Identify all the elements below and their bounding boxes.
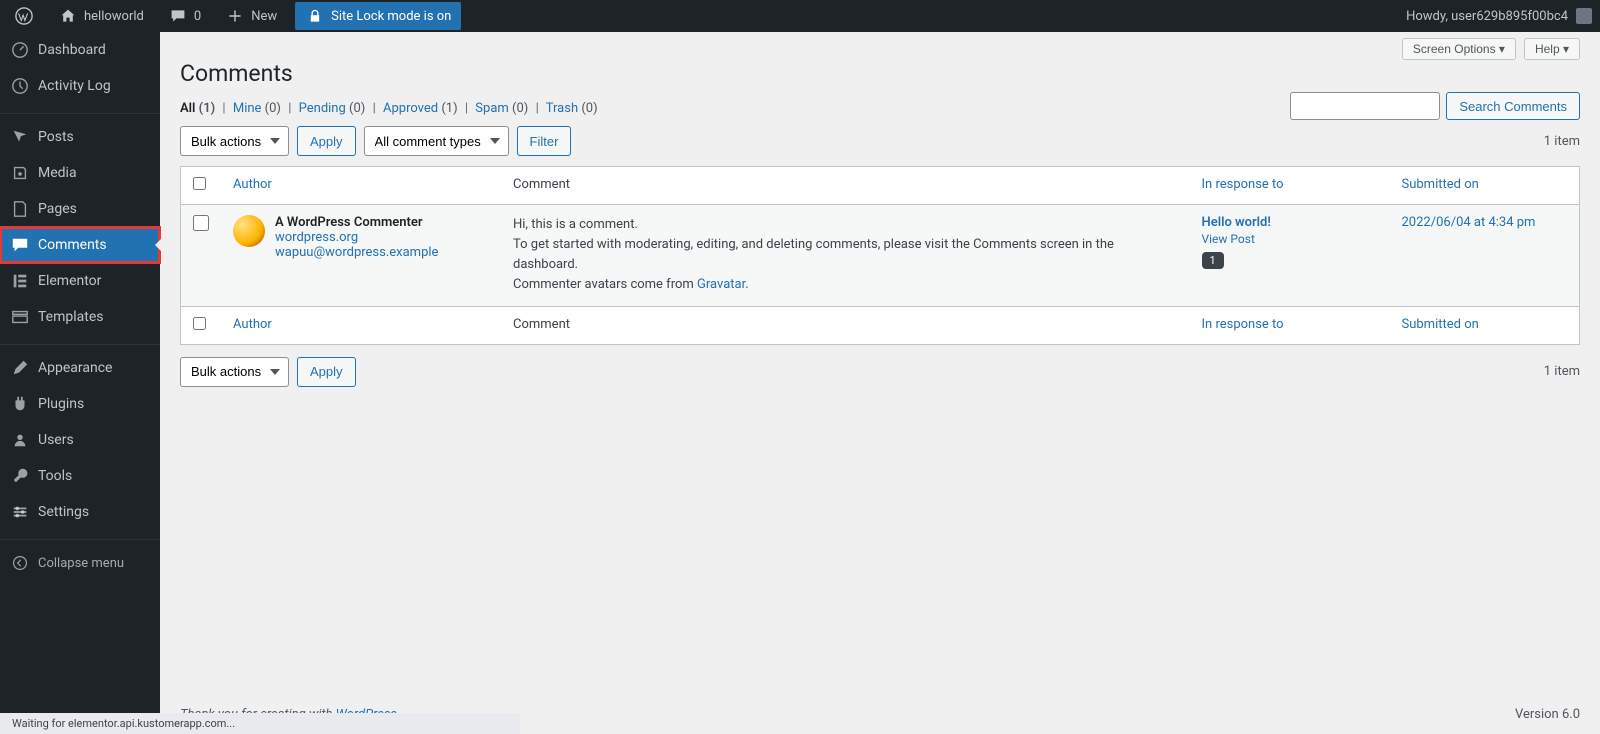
sidebar-item-comments[interactable]: Comments	[0, 227, 160, 263]
sidebar-item-plugins[interactable]: Plugins	[0, 386, 160, 422]
col-response-foot[interactable]: In response to	[1202, 317, 1284, 332]
search-comments-button[interactable]: Search Comments	[1446, 92, 1580, 120]
filter-trash[interactable]: Trash (0)	[546, 101, 598, 116]
wp-logo[interactable]	[8, 0, 40, 32]
templates-icon	[10, 307, 30, 327]
dashboard-icon	[10, 40, 30, 60]
apply-button-top[interactable]: Apply	[297, 126, 356, 156]
new-content[interactable]: New	[219, 0, 283, 32]
site-link[interactable]: helloworld	[52, 0, 150, 32]
comment-body: Hi, this is a comment. To get started wi…	[501, 205, 1190, 307]
col-date[interactable]: Submitted on	[1402, 177, 1479, 192]
author-name: A WordPress Commenter	[275, 215, 423, 230]
activity-log-icon	[10, 76, 30, 96]
sidebar-item-appearance[interactable]: Appearance	[0, 350, 160, 386]
item-count-bottom: 1 item	[1544, 364, 1580, 379]
view-post-link[interactable]: View Post	[1202, 232, 1378, 246]
lock-icon	[305, 6, 325, 26]
pages-icon	[10, 199, 30, 219]
screen-options-tab[interactable]: Screen Options ▾	[1402, 38, 1516, 60]
col-author-foot[interactable]: Author	[233, 317, 272, 332]
admin-bar: helloworld 0 New Site Lock mode is on Ho…	[0, 0, 1600, 32]
page-title: Comments	[180, 60, 1580, 87]
posts-icon	[10, 127, 30, 147]
col-comment-foot: Comment	[501, 306, 1190, 344]
response-count-badge: 1	[1202, 252, 1224, 269]
comments-search-input[interactable]	[1290, 92, 1440, 120]
filter-button[interactable]: Filter	[517, 126, 572, 156]
comments-icon	[10, 235, 30, 255]
media-icon	[10, 163, 30, 183]
submitted-date-link[interactable]: 2022/06/04 at 4:34 pm	[1402, 215, 1536, 230]
user-avatar-icon	[1576, 8, 1592, 24]
comment-type-select[interactable]: All comment types	[364, 126, 509, 156]
sidebar-item-pages[interactable]: Pages	[0, 191, 160, 227]
site-lock-label: Site Lock mode is on	[331, 9, 451, 24]
plugins-icon	[10, 394, 30, 414]
sidebar-item-templates[interactable]: Templates	[0, 299, 160, 335]
commenter-avatar-icon	[233, 215, 265, 247]
browser-status-bar: Waiting for elementor.api.kustomerapp.co…	[0, 713, 520, 734]
home-icon	[58, 6, 78, 26]
new-label: New	[251, 9, 277, 24]
filter-pending[interactable]: Pending (0)	[299, 101, 366, 116]
site-name: helloworld	[84, 9, 144, 24]
help-tab[interactable]: Help ▾	[1524, 38, 1580, 60]
filter-mine[interactable]: Mine (0)	[233, 101, 281, 116]
col-comment: Comment	[501, 167, 1190, 205]
gravatar-link[interactable]: Gravatar	[697, 277, 745, 292]
row-checkbox[interactable]	[193, 215, 209, 231]
bulk-actions-select[interactable]: Bulk actions	[180, 126, 289, 156]
howdy[interactable]: Howdy, user629b895f00bc4	[1406, 8, 1592, 24]
admin-sidebar: Dashboard Activity Log Posts Media Pages…	[0, 32, 160, 734]
comments-table: Author Comment In response to Submitted …	[180, 166, 1580, 345]
wordpress-icon	[14, 6, 34, 26]
sidebar-item-dashboard[interactable]: Dashboard	[0, 32, 160, 68]
adminbar-comment-count: 0	[194, 9, 201, 24]
sidebar-item-media[interactable]: Media	[0, 155, 160, 191]
select-all-checkbox-foot[interactable]	[193, 317, 206, 330]
site-lock-badge[interactable]: Site Lock mode is on	[295, 2, 461, 30]
author-site-link[interactable]: wordpress.org	[275, 230, 438, 245]
item-count-top: 1 item	[1544, 134, 1580, 149]
sidebar-item-posts[interactable]: Posts	[0, 119, 160, 155]
adminbar-comments[interactable]: 0	[162, 0, 207, 32]
select-all-checkbox[interactable]	[193, 177, 206, 190]
bulk-actions-select-bottom[interactable]: Bulk actions	[180, 357, 289, 387]
comment-icon	[168, 6, 188, 26]
comment-row: A WordPress Commenter wordpress.org wapu…	[181, 205, 1580, 307]
collapse-icon	[10, 553, 30, 573]
sidebar-item-settings[interactable]: Settings	[0, 494, 160, 530]
version-label: Version 6.0	[1515, 707, 1580, 722]
elementor-icon	[10, 271, 30, 291]
content-area: Screen Options ▾ Help ▾ Comments Search …	[160, 32, 1600, 734]
tools-icon	[10, 466, 30, 486]
col-response[interactable]: In response to	[1202, 177, 1284, 192]
appearance-icon	[10, 358, 30, 378]
plus-icon	[225, 6, 245, 26]
response-post-link[interactable]: Hello world!	[1202, 215, 1271, 230]
sidebar-item-activity-log[interactable]: Activity Log	[0, 68, 160, 104]
users-icon	[10, 430, 30, 450]
author-email-link[interactable]: wapuu@wordpress.example	[275, 245, 438, 260]
filter-approved[interactable]: Approved (1)	[383, 101, 458, 116]
settings-icon	[10, 502, 30, 522]
col-date-foot[interactable]: Submitted on	[1402, 317, 1479, 332]
sidebar-item-tools[interactable]: Tools	[0, 458, 160, 494]
col-author[interactable]: Author	[233, 177, 272, 192]
filter-spam[interactable]: Spam (0)	[475, 101, 528, 116]
sidebar-item-users[interactable]: Users	[0, 422, 160, 458]
sidebar-item-elementor[interactable]: Elementor	[0, 263, 160, 299]
apply-button-bottom[interactable]: Apply	[297, 357, 356, 387]
collapse-menu[interactable]: Collapse menu	[0, 545, 160, 581]
